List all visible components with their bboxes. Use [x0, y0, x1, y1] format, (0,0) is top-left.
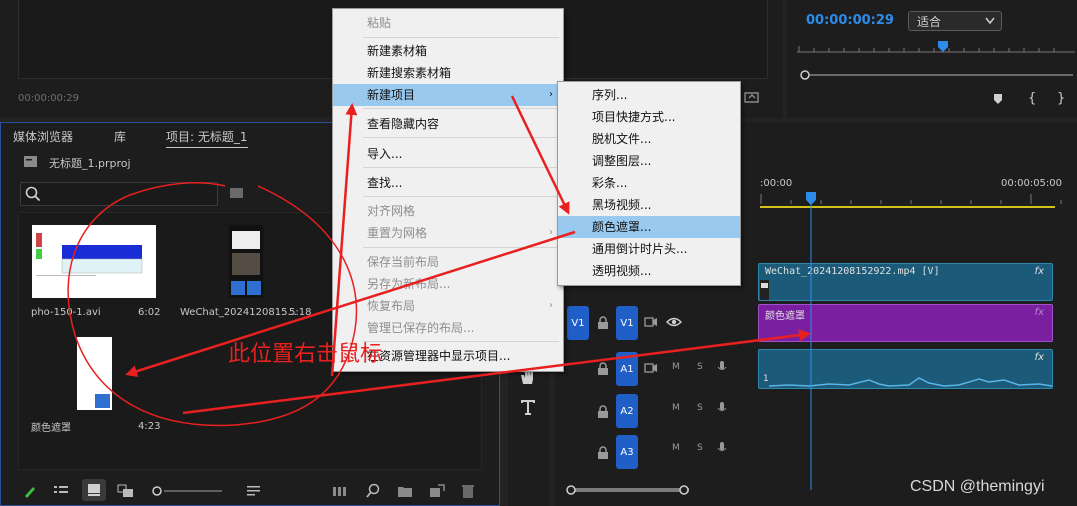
- annotation-strokes: [67, 95, 811, 427]
- watermark: CSDN @themingyi: [910, 478, 1045, 495]
- annotation-overlay: [67, 95, 811, 427]
- annotation-text: 此位置右击鼠标: [228, 342, 383, 367]
